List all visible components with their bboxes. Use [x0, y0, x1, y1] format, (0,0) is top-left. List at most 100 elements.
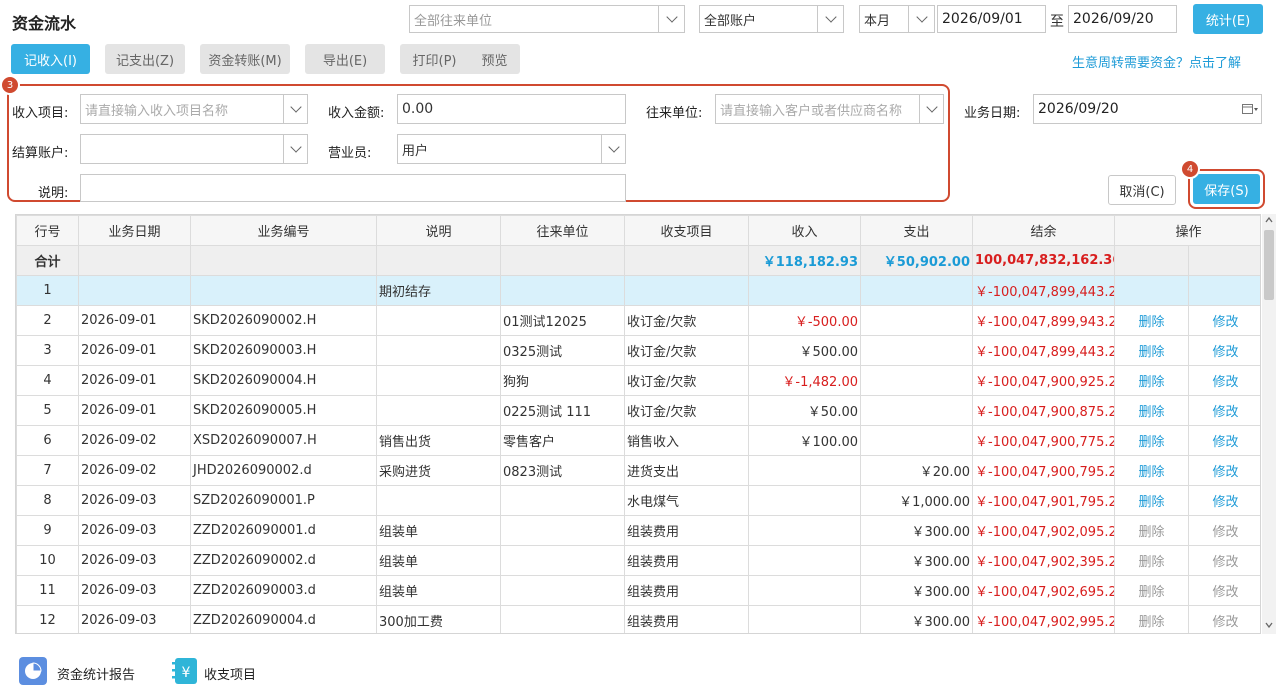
- row-delete-link[interactable]: 删除: [1114, 575, 1189, 606]
- row-edit-link[interactable]: 修改: [1187, 575, 1260, 606]
- amount-field[interactable]: 0.00: [397, 94, 626, 124]
- report-chart-icon[interactable]: [18, 656, 48, 686]
- biz-date-field[interactable]: 2026/09/20: [1033, 94, 1262, 124]
- calendar-icon[interactable]: [1239, 95, 1261, 123]
- partner-filter-select[interactable]: 全部往来单位: [409, 5, 685, 33]
- row-delete-link[interactable]: 删除: [1114, 545, 1189, 576]
- income-expense-items-link[interactable]: 收支项目: [204, 664, 256, 683]
- row-expense: [860, 275, 973, 306]
- row-date: [78, 275, 191, 306]
- row-edit-link[interactable]: 修改: [1187, 455, 1260, 486]
- period-select[interactable]: 本月: [859, 5, 935, 33]
- settle-account-combo[interactable]: [80, 134, 308, 164]
- chevron-down-icon[interactable]: [817, 6, 843, 32]
- row-delete-link[interactable]: 删除: [1114, 395, 1189, 426]
- row-delete-link[interactable]: 删除: [1114, 605, 1189, 633]
- row-edit-link[interactable]: 修改: [1187, 395, 1260, 426]
- scrollbar-thumb[interactable]: [1264, 230, 1274, 300]
- table-row[interactable]: 6 2026-09-02 XSD2026090007.H 销售出货 零售客户 销售收入 ￥1…: [16, 425, 1260, 456]
- income-item-input[interactable]: 请直接输入收入项目名称: [81, 100, 283, 119]
- row-partner: 01测试12025: [500, 305, 625, 336]
- print-button[interactable]: 打印(P): [413, 50, 457, 69]
- chevron-down-icon[interactable]: [919, 95, 943, 123]
- preview-button[interactable]: 预览: [481, 50, 507, 69]
- row-edit-link[interactable]: 修改: [1187, 365, 1260, 396]
- row-expense: ￥300.00: [860, 605, 973, 633]
- row-code: ZZD2026090004.d: [190, 605, 377, 633]
- table-row[interactable]: 2 2026-09-01 SKD2026090002.H 01测试12025 收订金/欠…: [16, 305, 1260, 336]
- stats-button[interactable]: 统计(E): [1193, 4, 1263, 34]
- row-edit-link[interactable]: 修改: [1187, 425, 1260, 456]
- note-field[interactable]: [80, 174, 626, 202]
- save-button[interactable]: 保存(S): [1193, 174, 1260, 204]
- row-income: ￥-1,482.00: [748, 365, 861, 396]
- account-filter-select[interactable]: 全部账户: [699, 5, 844, 33]
- row-date: 2026-09-03: [78, 605, 191, 633]
- row-number: 9: [16, 515, 79, 546]
- row-desc: [376, 335, 501, 366]
- row-delete-link[interactable]: 删除: [1114, 335, 1189, 366]
- row-edit-link[interactable]: 修改: [1187, 605, 1260, 633]
- table-row[interactable]: 4 2026-09-01 SKD2026090004.H 狗狗 收订金/欠款 ￥-1,48…: [16, 365, 1260, 396]
- chevron-down-icon[interactable]: [908, 6, 934, 32]
- note-label: 说明:: [38, 186, 69, 201]
- record-income-button[interactable]: 记收入(I): [11, 44, 90, 74]
- transfer-button[interactable]: 资金转账(M): [200, 44, 290, 74]
- record-expense-button[interactable]: 记支出(Z): [105, 44, 185, 74]
- row-item: 进货支出: [624, 455, 749, 486]
- row-delete-link[interactable]: 删除: [1114, 515, 1189, 546]
- row-date: 2026-09-03: [78, 575, 191, 606]
- export-button[interactable]: 导出(E): [305, 44, 385, 74]
- table-row[interactable]: 7 2026-09-02 JHD2026090002.d 采购进货 0823测试 进货支出…: [16, 455, 1260, 486]
- table-row[interactable]: 11 2026-09-03 ZZD2026090003.d 组装单 组装费用 ￥300.0…: [16, 575, 1260, 606]
- date-from-input[interactable]: 2026/09/01: [937, 5, 1046, 33]
- row-edit-link[interactable]: 修改: [1187, 485, 1260, 516]
- row-edit-link[interactable]: 修改: [1187, 305, 1260, 336]
- table-scrollbar[interactable]: [1262, 214, 1276, 634]
- fund-report-link[interactable]: 资金统计报告: [57, 664, 135, 683]
- row-income: [748, 545, 861, 576]
- chevron-down-icon[interactable]: [601, 135, 625, 163]
- biz-date-input[interactable]: 2026/09/20: [1034, 101, 1239, 117]
- row-delete-link[interactable]: 删除: [1114, 425, 1189, 456]
- table-row[interactable]: 12 2026-09-03 ZZD2026090004.d 300加工费 组装费用 ￥30…: [16, 605, 1260, 633]
- date-to-input[interactable]: 2026/09/20: [1068, 5, 1177, 33]
- scroll-down-icon[interactable]: [1265, 622, 1273, 628]
- col-header-no: 行号: [16, 215, 79, 246]
- table-row[interactable]: 3 2026-09-01 SKD2026090003.H 0325测试 收订金/欠款 ￥5…: [16, 335, 1260, 366]
- table-row[interactable]: 10 2026-09-03 ZZD2026090002.d 组装单 组装费用 ￥300.0…: [16, 545, 1260, 576]
- row-delete-link[interactable]: 删除: [1114, 365, 1189, 396]
- row-date: 2026-09-03: [78, 545, 191, 576]
- row-edit-link[interactable]: 修改: [1187, 515, 1260, 546]
- row-delete-link[interactable]: 删除: [1114, 485, 1189, 516]
- partner-combo[interactable]: 请直接输入客户或者供应商名称: [715, 94, 944, 124]
- salesperson-combo[interactable]: 用户: [397, 134, 626, 164]
- row-delete-link[interactable]: 删除: [1114, 305, 1189, 336]
- amount-input[interactable]: 0.00: [398, 101, 625, 117]
- chevron-down-icon[interactable]: [658, 6, 684, 32]
- row-delete-link[interactable]: 删除: [1114, 455, 1189, 486]
- row-partner: 0325测试: [500, 335, 625, 366]
- partner-input[interactable]: 请直接输入客户或者供应商名称: [716, 100, 919, 119]
- row-item: 销售收入: [624, 425, 749, 456]
- row-expense: ￥1,000.00: [860, 485, 973, 516]
- partner-filter-placeholder: 全部往来单位: [414, 13, 493, 29]
- table-row[interactable]: 1 期初结存 ￥-100,047,899,443.29: [16, 275, 1260, 306]
- row-date: 2026-09-01: [78, 335, 191, 366]
- chevron-down-icon[interactable]: [283, 95, 307, 123]
- chevron-down-icon[interactable]: [283, 135, 307, 163]
- salesperson-value[interactable]: 用户: [398, 140, 601, 159]
- table-row[interactable]: 5 2026-09-01 SKD2026090005.H 0225测试 111 收订金/…: [16, 395, 1260, 426]
- row-item: 组装费用: [624, 605, 749, 633]
- row-edit-link[interactable]: 修改: [1187, 545, 1260, 576]
- row-edit-link[interactable]: 修改: [1187, 335, 1260, 366]
- table-row[interactable]: 9 2026-09-03 ZZD2026090001.d 组装单 组装费用 ￥300.00…: [16, 515, 1260, 546]
- income-item-combo[interactable]: 请直接输入收入项目名称: [80, 94, 308, 124]
- row-income: ￥-500.00: [748, 305, 861, 336]
- cancel-button[interactable]: 取消(C): [1108, 175, 1176, 205]
- table-row[interactable]: 8 2026-09-03 SZD2026090001.P 水电煤气 ￥1,000.00 ￥…: [16, 485, 1260, 516]
- promo-link[interactable]: 生意周转需要资金？点击了解: [1072, 52, 1241, 71]
- yuan-notebook-icon[interactable]: ¥: [170, 656, 200, 686]
- cashflow-table: 行号 业务日期 业务编号 说明 往来单位 收支项目 收入 支出 结余 操作 合计…: [15, 214, 1261, 634]
- scroll-up-icon[interactable]: [1265, 217, 1273, 223]
